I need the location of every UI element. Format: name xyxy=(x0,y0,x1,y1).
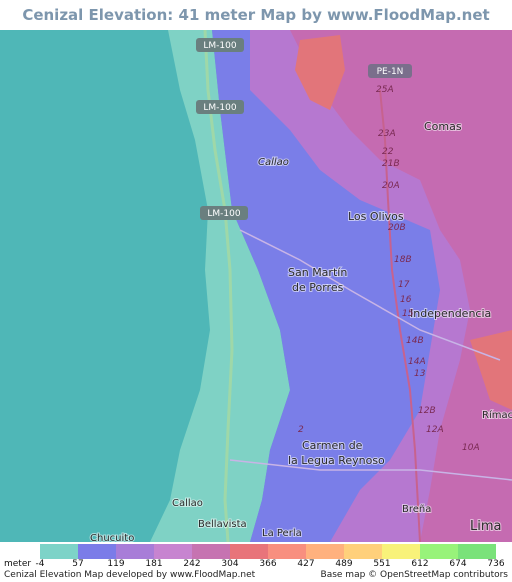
credit-basemap: Base map © OpenStreetMap contributors xyxy=(320,570,508,580)
place-label-los-olivos: Los Olivos xyxy=(348,210,404,223)
route-number-21b: 21B xyxy=(382,159,400,169)
page-title: Cenizal Elevation: 41 meter Map by www.F… xyxy=(22,6,490,54)
legend-value: 57 xyxy=(72,559,84,569)
route-number-17: 17 xyxy=(398,280,410,290)
legend-value: 489 xyxy=(335,559,353,569)
place-label-callao-river: Callao xyxy=(258,157,289,168)
legend-swatch xyxy=(344,544,382,559)
legend-swatch xyxy=(78,544,116,559)
place-label-lima: Lima xyxy=(470,519,501,534)
place-label-chucuito: Chucuito xyxy=(90,533,134,542)
legend-swatch xyxy=(420,544,458,559)
legend-swatch xyxy=(116,544,154,559)
route-number-10a: 10A xyxy=(462,443,480,453)
road-shield-lm100-3: LM-100 xyxy=(200,206,248,220)
place-label-de-porres: de Porres xyxy=(292,281,344,294)
route-number-22: 22 xyxy=(382,147,394,157)
place-label-comas: Comas xyxy=(424,120,462,133)
place-label-carmen: Carmen de xyxy=(302,439,363,452)
place-label-la-perla: La Perla xyxy=(262,528,302,539)
legend-value: 427 xyxy=(297,559,315,569)
svg-text:LM-100: LM-100 xyxy=(207,209,240,219)
place-label-san-martin: San Martín xyxy=(288,266,347,279)
map-canvas[interactable]: LM-100 LM-100 LM-100 PE-1N Comas Los Oli… xyxy=(0,30,512,542)
road-shield-lm100-2: LM-100 xyxy=(196,100,244,114)
elevation-legend: meter -4 57 119 181 242 304 366 427 489 551 612 674… xyxy=(0,542,512,582)
legend-swatch xyxy=(458,544,496,559)
legend-swatch xyxy=(192,544,230,559)
svg-text:LM-100: LM-100 xyxy=(203,103,236,113)
legend-swatch xyxy=(40,544,78,559)
elevation-map[interactable]: LM-100 LM-100 LM-100 PE-1N Comas Los Oli… xyxy=(0,30,512,542)
route-number-20a: 20A xyxy=(382,181,400,191)
legend-value: 612 xyxy=(411,559,429,569)
legend-value: 181 xyxy=(145,559,163,569)
road-shield-pe1n: PE-1N xyxy=(368,64,412,78)
svg-text:LM-100: LM-100 xyxy=(203,41,236,51)
legend-value: -4 xyxy=(35,559,45,569)
route-number-14a: 14A xyxy=(408,357,426,367)
legend-swatch xyxy=(306,544,344,559)
legend-value: 304 xyxy=(221,559,239,569)
route-number-20b: 20B xyxy=(388,223,406,233)
legend-swatches xyxy=(40,544,496,559)
place-label-rimac: Rímac xyxy=(482,409,512,421)
legend-value: 366 xyxy=(259,559,277,569)
route-number-14b: 14B xyxy=(406,336,424,346)
legend-value: 674 xyxy=(449,559,467,569)
route-number-18b: 18B xyxy=(394,255,412,265)
route-number-12a: 12A xyxy=(426,425,444,435)
place-label-callao: Callao xyxy=(172,498,203,509)
route-number-15: 15 xyxy=(402,309,414,319)
legend-value: 242 xyxy=(183,559,201,569)
legend-value: 119 xyxy=(107,559,125,569)
legend-swatch xyxy=(230,544,268,559)
route-number-25a: 25A xyxy=(376,85,394,95)
credit-developer: Cenizal Elevation Map developed by www.F… xyxy=(4,570,256,580)
route-number-12b: 12B xyxy=(418,406,436,416)
place-label-bellavista: Bellavista xyxy=(198,519,247,530)
svg-text:PE-1N: PE-1N xyxy=(377,67,404,77)
place-label-brena: Breña xyxy=(402,504,431,515)
place-label-independencia: Independencia xyxy=(410,307,491,320)
legend-swatch xyxy=(382,544,420,559)
legend-swatch xyxy=(154,544,192,559)
route-number-13: 13 xyxy=(414,369,426,379)
legend-value: 551 xyxy=(373,559,391,569)
legend-swatch xyxy=(268,544,306,559)
road-shield-lm100-1: LM-100 xyxy=(196,38,244,52)
route-number-16: 16 xyxy=(400,295,412,305)
route-number-23a: 23A xyxy=(378,129,396,139)
place-label-legua-reynoso: la Legua Reynoso xyxy=(288,454,385,467)
route-number-2: 2 xyxy=(298,425,304,435)
legend-value: 736 xyxy=(487,559,505,569)
